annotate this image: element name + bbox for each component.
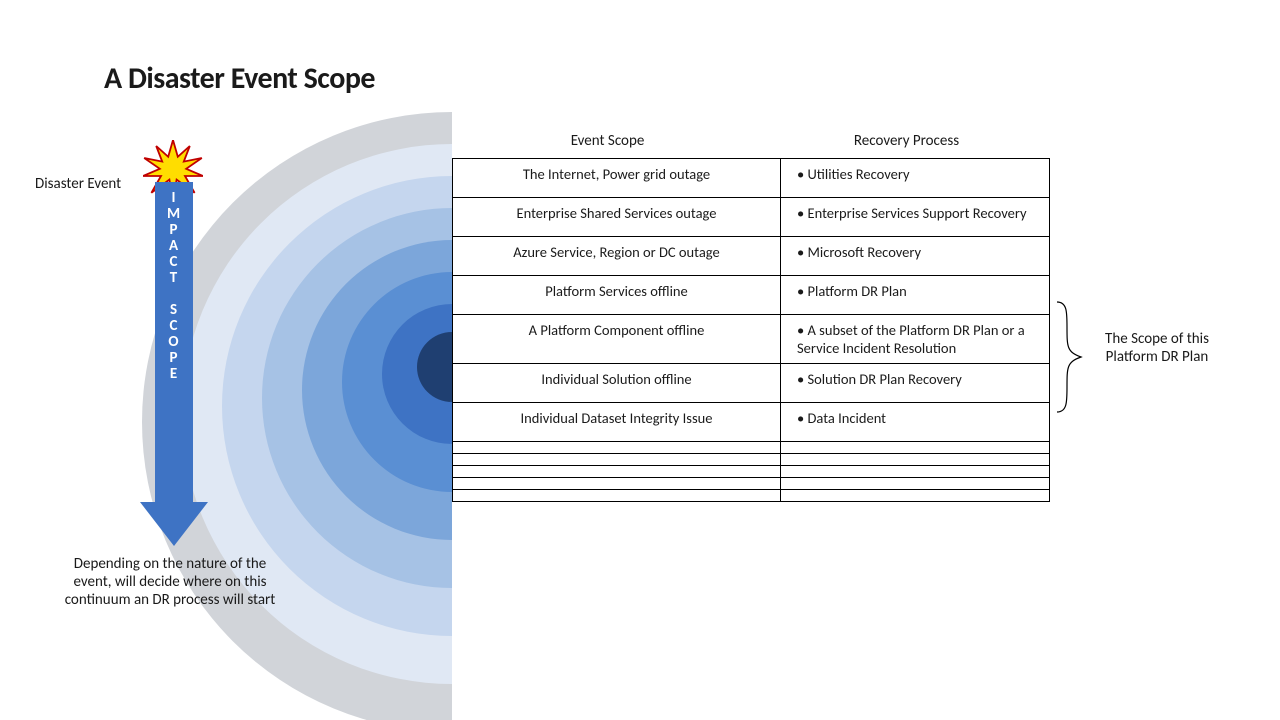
cell-recovery-process: A subset of the Platform DR Plan or a Se… xyxy=(781,315,1050,364)
ring xyxy=(302,240,452,540)
table-row: Platform Services offlinePlatform DR Pla… xyxy=(453,276,1050,315)
table-row: Azure Service, Region or DC outageMicros… xyxy=(453,237,1050,276)
cell-empty xyxy=(453,442,781,454)
scope-brace-label: The Scope of this Platform DR Plan xyxy=(1092,330,1222,366)
cell-empty xyxy=(781,490,1050,502)
cell-event-scope: Enterprise Shared Services outage xyxy=(453,198,781,237)
table-row: Enterprise Shared Services outageEnterpr… xyxy=(453,198,1050,237)
slide-canvas: A Disaster Event Scope Disaster Event I … xyxy=(0,0,1280,720)
arrow-caption: Depending on the nature of the event, wi… xyxy=(55,555,285,609)
column-header-recovery-process: Recovery Process xyxy=(763,132,1050,150)
cell-recovery-process: Utilities Recovery xyxy=(781,159,1050,198)
cell-event-scope: Individual Dataset Integrity Issue xyxy=(453,403,781,442)
ring xyxy=(342,272,452,492)
column-header-event-scope: Event Scope xyxy=(452,132,763,150)
cell-recovery-process: Enterprise Services Support Recovery xyxy=(781,198,1050,237)
cell-recovery-process: Microsoft Recovery xyxy=(781,237,1050,276)
cell-event-scope: A Platform Component offline xyxy=(453,315,781,364)
ring xyxy=(262,208,452,588)
impact-scope-arrow-head xyxy=(140,502,208,546)
impact-scope-arrow: I M P A C T S C O P E xyxy=(155,182,193,502)
table-row: Individual Dataset Integrity IssueData I… xyxy=(453,403,1050,442)
cell-empty xyxy=(781,442,1050,454)
cell-event-scope: Platform Services offline xyxy=(453,276,781,315)
cell-empty xyxy=(781,466,1050,478)
cell-recovery-process: Solution DR Plan Recovery xyxy=(781,364,1050,403)
impact-scope-arrow-text: I M P A C T S C O P E xyxy=(167,190,181,382)
cell-empty xyxy=(781,454,1050,466)
table-row xyxy=(453,442,1050,454)
cell-recovery-process: Platform DR Plan xyxy=(781,276,1050,315)
cell-empty xyxy=(453,478,781,490)
scope-brace-icon xyxy=(1055,302,1085,412)
cell-recovery-process: Data Incident xyxy=(781,403,1050,442)
cell-empty xyxy=(453,454,781,466)
page-title: A Disaster Event Scope xyxy=(104,60,375,97)
table-row: The Internet, Power grid outageUtilities… xyxy=(453,159,1050,198)
disaster-event-label: Disaster Event xyxy=(35,175,121,193)
scope-table: The Internet, Power grid outageUtilities… xyxy=(452,158,1050,502)
table-row: A Platform Component offlineA subset of … xyxy=(453,315,1050,364)
ring xyxy=(382,304,452,444)
concentric-rings-group xyxy=(0,0,452,720)
cell-empty xyxy=(453,466,781,478)
table-row: Individual Solution offlineSolution DR P… xyxy=(453,364,1050,403)
table-row xyxy=(453,454,1050,466)
ring xyxy=(417,332,452,402)
cell-event-scope: The Internet, Power grid outage xyxy=(453,159,781,198)
cell-event-scope: Azure Service, Region or DC outage xyxy=(453,237,781,276)
table-row xyxy=(453,490,1050,502)
cell-event-scope: Individual Solution offline xyxy=(453,364,781,403)
table-header-row: Event Scope Recovery Process xyxy=(452,132,1050,150)
table-row xyxy=(453,466,1050,478)
cell-empty xyxy=(781,478,1050,490)
table-row xyxy=(453,478,1050,490)
cell-empty xyxy=(453,490,781,502)
